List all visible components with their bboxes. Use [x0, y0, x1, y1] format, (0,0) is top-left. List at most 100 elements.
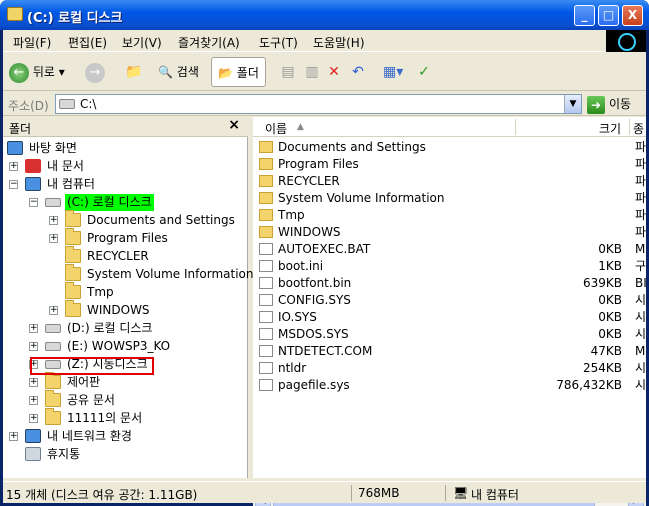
file-row[interactable]: AUTOEXEC.BAT 0KB M	[253, 241, 646, 258]
expand-icon[interactable]: +	[29, 378, 38, 387]
menu-help[interactable]: 도움말(H)	[313, 34, 365, 51]
file-type: BI	[635, 276, 647, 290]
file-row[interactable]: Program Files 파	[253, 156, 646, 173]
file-row[interactable]: Tmp 파	[253, 207, 646, 224]
file-name: NTDETECT.COM	[278, 344, 373, 358]
file-list-pane: 이름 ▲ 크기 종 Documents and Settings 파 Program…	[253, 117, 647, 506]
file-name: bootfont.bin	[278, 276, 352, 290]
menu-view[interactable]: 보기(V)	[122, 34, 162, 51]
file-row[interactable]: NTDETECT.COM 47KB M	[253, 343, 646, 360]
expand-icon[interactable]: +	[29, 324, 38, 333]
cd-drive-icon	[45, 342, 61, 351]
expand-icon[interactable]: +	[49, 216, 58, 225]
expand-icon[interactable]: +	[29, 396, 38, 405]
file-row[interactable]: IO.SYS 0KB 시	[253, 309, 646, 326]
file-row[interactable]: RECYCLER 파	[253, 173, 646, 190]
folder-tree: 바탕 화면 + 내 문서 − 내 컴퓨터 − (C:) 로컬 디스크 + Doc…	[3, 137, 253, 478]
expand-icon[interactable]: +	[29, 414, 38, 423]
collapse-icon[interactable]: −	[29, 198, 38, 207]
folder-icon	[259, 175, 273, 187]
file-icon	[259, 379, 273, 391]
computer-icon	[25, 177, 41, 191]
network-icon	[25, 429, 41, 443]
folders-pane: 폴더 × 바탕 화면 + 내 문서 − 내 컴퓨터 − (C:) 로컬 디스크 …	[3, 117, 253, 478]
column-divider[interactable]	[515, 119, 516, 135]
menu-tools[interactable]: 도구(T)	[259, 34, 298, 51]
file-icon	[259, 294, 273, 306]
folders-button[interactable]: 📂 폴더	[211, 57, 266, 87]
folder-icon	[65, 300, 81, 317]
file-name: WINDOWS	[278, 225, 341, 239]
folder-icon	[65, 210, 81, 227]
file-size: 639KB	[582, 276, 622, 290]
folder-icon	[65, 246, 81, 263]
file-row[interactable]: WINDOWS 파	[253, 224, 646, 241]
folder-icon	[45, 408, 61, 425]
expand-icon[interactable]: +	[49, 306, 58, 315]
copy-to-icon[interactable]: ▥	[303, 63, 321, 81]
file-icon	[259, 277, 273, 289]
search-label: 검색	[176, 65, 199, 79]
minimize-button[interactable]: _	[574, 5, 595, 26]
column-type[interactable]: 종	[633, 120, 644, 137]
file-name: AUTOEXEC.BAT	[278, 242, 371, 256]
tree-label: (D:) 로컬 디스크	[67, 321, 153, 335]
column-divider[interactable]	[629, 119, 630, 135]
file-name: Tmp	[278, 208, 305, 222]
undo-icon[interactable]: ↶	[349, 63, 367, 81]
file-name: Program Files	[278, 157, 359, 171]
views-icon[interactable]: ▦▾	[383, 63, 403, 81]
title-bar[interactable]: (C:) 로컬 디스크 _ □ X	[0, 0, 649, 30]
file-row[interactable]: MSDOS.SYS 0KB 시	[253, 326, 646, 343]
address-input[interactable]: C:\ ▼	[55, 94, 582, 114]
go-button[interactable]: ➜ 이동	[587, 95, 631, 114]
expand-icon[interactable]: +	[29, 342, 38, 351]
window-frame: 파일(F) 편집(E) 보기(V) 즐겨찾기(A) 도구(T) 도움말(H) ←…	[3, 30, 647, 506]
file-name: RECYCLER	[278, 174, 340, 188]
maximize-button[interactable]: □	[598, 5, 619, 26]
file-size: 0KB	[598, 293, 622, 307]
address-bar: 주소(D) C:\ ▼ ➜ 이동	[3, 92, 646, 116]
column-name[interactable]: 이름	[265, 120, 287, 137]
file-row[interactable]: pagefile.sys 786,432KB 시	[253, 377, 646, 394]
collapse-icon[interactable]: −	[9, 180, 18, 189]
menu-edit[interactable]: 편집(E)	[68, 34, 107, 51]
back-arrow-icon: ←	[9, 62, 29, 83]
chevron-down-icon[interactable]: ▼	[564, 95, 581, 113]
folder-icon: 📂	[218, 66, 233, 80]
file-size: 786,432KB	[556, 378, 622, 392]
file-row[interactable]: System Volume Information 파	[253, 190, 646, 207]
drive-icon	[45, 198, 61, 207]
file-row[interactable]: bootfont.bin 639KB BI	[253, 275, 647, 292]
explorer-window: (C:) 로컬 디스크 _ □ X 파일(F) 편집(E) 보기(V) 즐겨찾기…	[0, 0, 649, 506]
expand-icon[interactable]: +	[9, 432, 18, 441]
move-to-icon[interactable]: ▤	[279, 63, 297, 81]
close-button[interactable]: X	[622, 5, 643, 26]
file-name: Documents and Settings	[278, 140, 426, 154]
delete-icon[interactable]: ✕	[325, 63, 343, 81]
forward-button[interactable]: →	[85, 57, 105, 87]
file-type: 파	[635, 225, 647, 239]
menu-favorites[interactable]: 즐겨찾기(A)	[178, 34, 240, 51]
menu-file[interactable]: 파일(F)	[13, 34, 51, 51]
file-row[interactable]: ntldr 254KB 시	[253, 360, 646, 377]
folder-icon	[7, 7, 23, 21]
expand-icon[interactable]: +	[49, 234, 58, 243]
expand-icon[interactable]: +	[9, 162, 18, 171]
file-row[interactable]: CONFIG.SYS 0KB 시	[253, 292, 646, 309]
file-row[interactable]: boot.ini 1KB 구	[253, 258, 646, 275]
folder-icon	[259, 192, 273, 204]
folder-icon	[259, 158, 273, 170]
folder-icon	[65, 264, 81, 281]
column-size[interactable]: 크기	[599, 120, 621, 137]
up-folder-icon[interactable]: 📁	[125, 63, 143, 81]
back-button[interactable]: ← 뒤로 ▾	[9, 57, 65, 87]
checkmark-icon[interactable]: ✓	[415, 63, 433, 81]
tree-label: Program Files	[87, 231, 168, 245]
file-row[interactable]: Documents and Settings 파	[253, 139, 646, 156]
tree-label: 제어판	[67, 375, 101, 389]
address-value: C:\	[80, 97, 97, 111]
close-icon[interactable]: ×	[228, 117, 240, 133]
status-objects: 15 개체 (디스크 여유 공간: 1.11GB)	[6, 488, 198, 502]
search-button[interactable]: 🔍 검색	[158, 57, 199, 87]
